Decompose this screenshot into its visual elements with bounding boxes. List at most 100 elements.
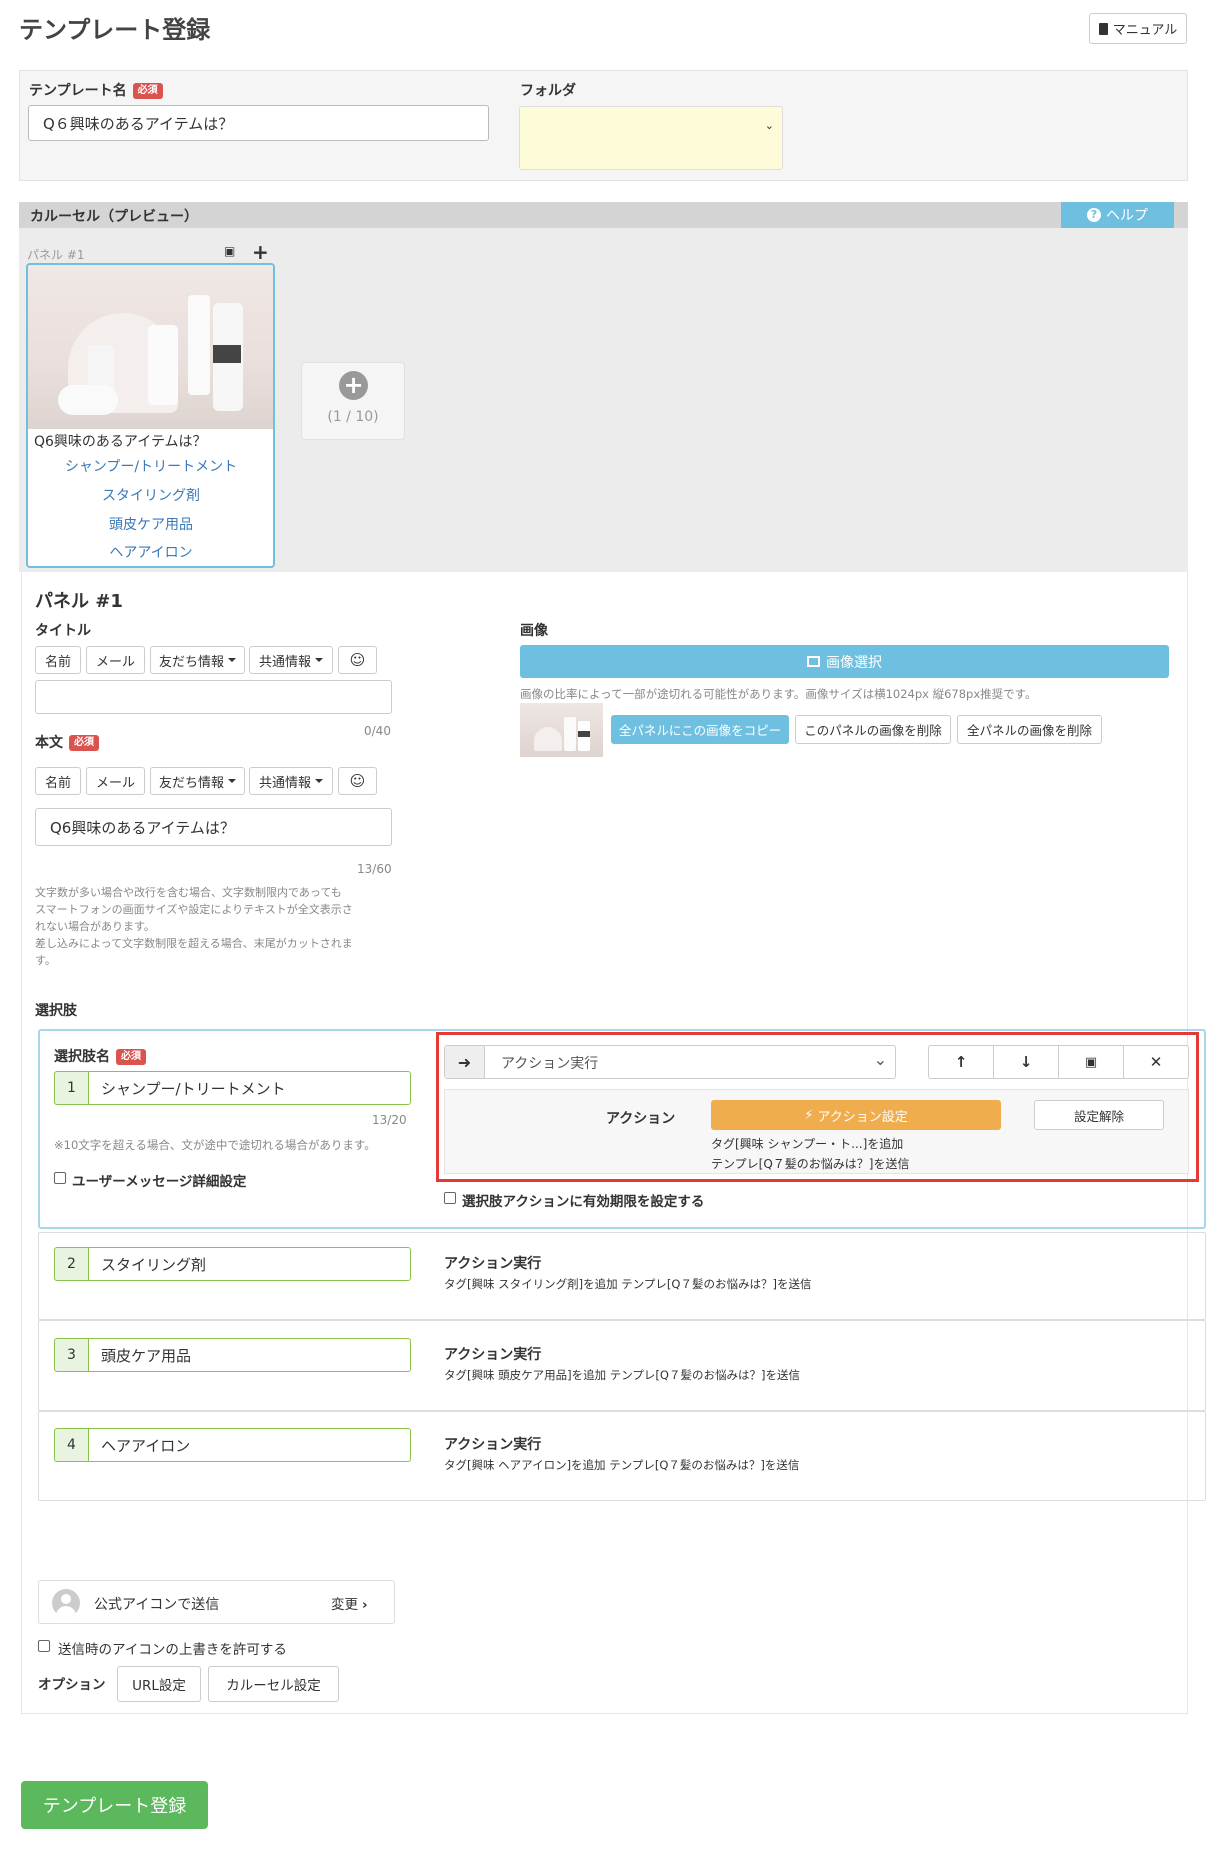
- sender-box[interactable]: 公式アイコンで送信 変更 ›: [38, 1580, 395, 1624]
- choice-row-3[interactable]: 3 頭皮ケア用品 アクション実行 タグ[興味 頭皮ケア用品]を追加 テンプレ[Q…: [38, 1320, 1206, 1411]
- arrow-right-icon: ➜: [445, 1046, 485, 1078]
- insert-name-button[interactable]: 名前: [35, 767, 81, 795]
- carousel-header-title: カルーセル（プレビュー）: [30, 209, 198, 225]
- action-desc-template: テンプレ[Q７髪のお悩みは？]を送信: [711, 1157, 910, 1171]
- chevron-right-icon: ›: [362, 1597, 368, 1613]
- choice-action-title: アクション実行: [444, 1256, 542, 1272]
- smile-icon: ☺: [349, 651, 366, 669]
- arrow-up-icon: ↑: [954, 1053, 968, 1071]
- card-choice-2[interactable]: スタイリング剤: [28, 485, 273, 505]
- choice-name-input[interactable]: スタイリング剤: [88, 1247, 411, 1281]
- url-setting-button[interactable]: URL設定: [117, 1666, 201, 1702]
- image-label: 画像: [520, 623, 548, 639]
- choice-number: 1: [54, 1071, 88, 1105]
- chevron-down-icon: ⌄: [873, 1050, 887, 1069]
- choice-number: 3: [54, 1338, 88, 1372]
- choice-name-input[interactable]: シャンプー/トリートメント: [88, 1071, 411, 1105]
- insert-friend-info-button[interactable]: 友だち情報: [150, 646, 245, 674]
- copy-choice-button[interactable]: ▣: [1058, 1045, 1124, 1079]
- image-note: 画像の比率によって一部が途切れる可能性があります。画像サイズは横1024px 縦…: [520, 687, 1037, 701]
- user-message-label: ユーザーメッセージ詳細設定: [72, 1174, 247, 1190]
- choice-name-input[interactable]: 頭皮ケア用品: [88, 1338, 411, 1372]
- template-name-input[interactable]: Q６興味のあるアイテムは？: [28, 105, 489, 141]
- title-count: 0/40: [364, 724, 391, 738]
- panel-heading: パネル #1: [35, 591, 123, 612]
- panel-count: (1 / 10): [327, 409, 379, 425]
- copy-to-all-button[interactable]: 全パネルにこの画像をコピー: [611, 715, 789, 744]
- carousel-card[interactable]: Q6興味のあるアイテムは？ シャンプー/トリートメント スタイリング剤 頭皮ケア…: [26, 263, 275, 568]
- insert-mail-button[interactable]: メール: [86, 646, 145, 674]
- required-badge: 必須: [116, 1049, 146, 1065]
- required-badge: 必須: [132, 83, 163, 99]
- emoji-button[interactable]: ☺: [338, 767, 377, 795]
- choice-row-4[interactable]: 4 ヘアアイロン アクション実行 タグ[興味 ヘアアイロン]を追加 テンプレ[Q…: [38, 1411, 1206, 1501]
- action-select-group[interactable]: ➜ アクション実行 ⌄: [444, 1045, 896, 1079]
- action-setting-button[interactable]: ⚡ アクション設定: [711, 1100, 1001, 1130]
- delete-choice-button[interactable]: ✕: [1123, 1045, 1189, 1079]
- image-select-button[interactable]: 画像選択: [520, 645, 1169, 678]
- panel-label: パネル #1: [27, 248, 85, 262]
- options-label: オプション: [38, 1677, 106, 1693]
- sender-label: 公式アイコンで送信: [94, 1597, 220, 1613]
- delete-all-images-button[interactable]: 全パネルの画像を削除: [957, 715, 1102, 744]
- choice-row-2[interactable]: 2 スタイリング剤 アクション実行 タグ[興味 スタイリング剤]を追加 テンプレ…: [38, 1232, 1206, 1320]
- choice-name-label: 選択肢名 必須: [54, 1046, 146, 1066]
- help-button[interactable]: ? ヘルプ: [1061, 202, 1174, 228]
- title-input[interactable]: [35, 680, 392, 714]
- image-thumbnail: [520, 703, 603, 757]
- body-note: 文字数が多い場合や改行を含む場合、文字数制限内であっても スマートフォンの画面サ…: [35, 886, 353, 967]
- expire-checkbox[interactable]: [444, 1192, 456, 1204]
- template-name-label: テンプレート名 必須: [29, 80, 163, 100]
- copy-panel-icon[interactable]: ▣: [224, 244, 238, 258]
- sender-change-link[interactable]: 変更 ›: [331, 1593, 368, 1613]
- smile-icon: ☺: [349, 772, 366, 790]
- user-message-checkbox[interactable]: [54, 1172, 66, 1184]
- allow-override-checkbox[interactable]: [38, 1640, 50, 1652]
- manual-button[interactable]: マニュアル: [1089, 13, 1187, 44]
- bolt-icon: ⚡: [804, 1107, 814, 1123]
- folder-select[interactable]: ⌄: [519, 106, 783, 170]
- choice-count: 13/20: [372, 1113, 407, 1127]
- choice-action-desc: タグ[興味 ヘアアイロン]を追加 テンプレ[Q７髪のお悩みは？]を送信: [444, 1458, 800, 1472]
- arrow-down-icon: ↓: [1019, 1053, 1033, 1071]
- carousel-setting-button[interactable]: カルーセル設定: [208, 1666, 339, 1702]
- required-badge: 必須: [69, 735, 99, 751]
- insert-mail-button[interactable]: メール: [86, 767, 145, 795]
- card-choice-3[interactable]: 頭皮ケア用品: [28, 514, 273, 534]
- choice-number: 2: [54, 1247, 88, 1281]
- action-label: アクション: [606, 1111, 676, 1127]
- allow-override-label: 送信時のアイコンの上書きを許可する: [58, 1642, 287, 1658]
- copy-icon: ▣: [1084, 1054, 1098, 1070]
- expire-label: 選択肢アクションに有効期限を設定する: [462, 1194, 705, 1210]
- add-panel-icon[interactable]: +: [252, 240, 269, 264]
- image-icon: [807, 656, 820, 667]
- move-down-button[interactable]: ↓: [993, 1045, 1059, 1079]
- close-icon: ✕: [1149, 1053, 1163, 1071]
- body-textarea[interactable]: Q6興味のあるアイテムは？: [35, 808, 392, 846]
- submit-button[interactable]: テンプレート登録: [21, 1781, 208, 1829]
- plus-circle-icon: +: [339, 371, 368, 400]
- action-clear-button[interactable]: 設定解除: [1034, 1100, 1164, 1130]
- add-panel-card[interactable]: + (1 / 10): [301, 362, 405, 440]
- choice-action-desc: タグ[興味 頭皮ケア用品]を追加 テンプレ[Q７髪のお悩みは？]を送信: [444, 1368, 800, 1382]
- folder-label: フォルダ: [520, 83, 576, 99]
- choice-number: 4: [54, 1428, 88, 1462]
- card-choice-1[interactable]: シャンプー/トリートメント: [28, 456, 273, 476]
- choice-name-input[interactable]: ヘアアイロン: [88, 1428, 411, 1462]
- insert-common-info-button[interactable]: 共通情報: [249, 646, 333, 674]
- choice-action-title: アクション実行: [444, 1347, 542, 1363]
- insert-friend-info-button[interactable]: 友だち情報: [150, 767, 245, 795]
- card-choice-4[interactable]: ヘアアイロン: [28, 542, 273, 562]
- choice-note: ※10文字を超える場合、文が途中で途切れる場合があります。: [54, 1138, 376, 1152]
- page-title: テンプレート登録: [19, 16, 211, 44]
- delete-this-image-button[interactable]: このパネルの画像を削除: [795, 715, 951, 744]
- choice-action-title: アクション実行: [444, 1437, 542, 1453]
- avatar: [52, 1589, 80, 1617]
- emoji-button[interactable]: ☺: [338, 646, 377, 674]
- chevron-down-icon: ⌄: [764, 119, 774, 132]
- move-up-button[interactable]: ↑: [928, 1045, 994, 1079]
- card-text: Q6興味のあるアイテムは？: [34, 434, 207, 450]
- question-circle-icon: ?: [1087, 208, 1101, 222]
- insert-common-info-button[interactable]: 共通情報: [249, 767, 333, 795]
- insert-name-button[interactable]: 名前: [35, 646, 81, 674]
